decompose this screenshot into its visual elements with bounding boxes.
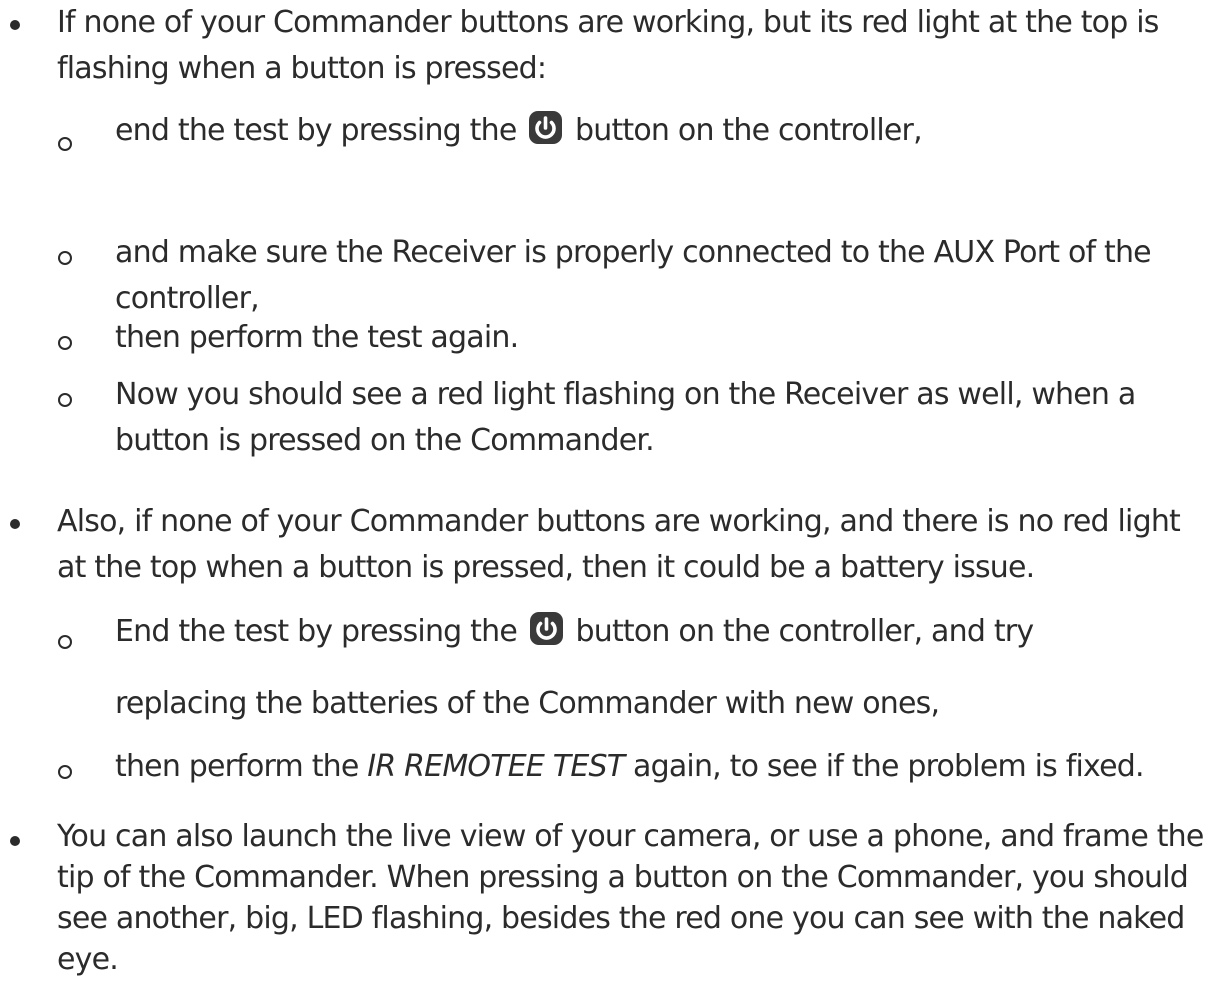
sub-text-after: button on the controller, [575,113,923,148]
bullet-text-2: Also, if none of your Commander buttons … [57,504,1181,585]
sub-text-after: button on the controller, and try [575,614,1035,649]
bullet-text-3: You can also launch the live view of you… [57,819,1204,977]
bullet-dot [10,519,20,529]
sub-text-after: again, to see if the problem is fixed. [633,749,1145,784]
sub-text-1-1: end the test by pressing the button on t… [115,108,1207,154]
document-body: If none of your Commander buttons are wo… [0,0,1211,992]
bullet-dot [10,836,20,846]
sub-bullet-marker [58,393,72,407]
bullet-text-1: If none of your Commander buttons are wo… [57,5,1159,86]
sub-bullet-marker [58,137,72,151]
sub-text-1-3: then perform the test again. [115,320,519,355]
sub-text-1-2: and make sure the Receiver is properly c… [115,235,1152,316]
sub-bullet-marker [58,336,72,350]
power-icon [529,612,563,645]
bullet-dot [10,20,20,30]
sub-text-2-1: End the test by pressing the button on t… [115,605,1207,731]
sub-text-line-2: replacing the batteries of the Commander… [115,686,940,721]
sub-bullet-marker [58,251,72,265]
test-name: IR REMOTEE TEST [367,749,625,784]
sub-bullet-marker [58,765,72,779]
sub-text-line: End the test by pressing the button on t… [115,605,1207,659]
sub-text-before: end the test by pressing the [115,113,517,148]
sub-text-1-4: Now you should see a red light flashing … [115,377,1136,458]
sub-text-before: End the test by pressing the [115,614,518,649]
sub-text-before: then perform the [115,749,359,784]
sub-bullet-marker [58,635,72,649]
power-icon [529,111,563,144]
sub-text-2-2: then perform the IR REMOTEE TEST again, … [115,744,1207,790]
